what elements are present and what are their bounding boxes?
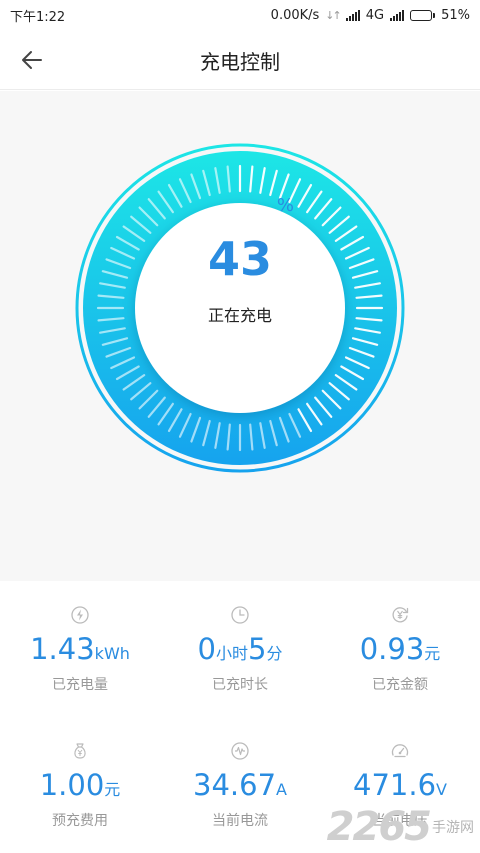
stat-label: 当前电流 <box>212 813 268 829</box>
stat-label: 已充电量 <box>52 677 108 693</box>
stat-label: 已充金额 <box>372 677 428 693</box>
current-icon <box>231 742 249 760</box>
page-title: 充电控制 <box>200 50 280 74</box>
signal-icon <box>345 9 360 21</box>
signal-icon-2 <box>390 9 405 21</box>
net-speed: 0.00K/s <box>270 7 320 23</box>
watermark-logo: 2265 手游网 <box>327 807 474 847</box>
stat-current: 34.67A 当前电流 <box>160 741 320 830</box>
title-bar: 充电控制 <box>0 30 480 90</box>
stat-prepaid-fee: 1.00元 预充费用 <box>0 741 160 830</box>
gauge-readout: % 43 正在充电 <box>135 184 345 394</box>
battery-icon <box>410 9 436 21</box>
charge-percent: 43 <box>207 232 272 286</box>
stat-charged-energy: 1.43kWh 已充电量 <box>0 605 160 694</box>
status-indicators: 0.00K/s ↓↑ 4G 51% <box>271 8 470 23</box>
stat-charged-duration: 0小时5分 已充时长 <box>160 605 320 694</box>
stats-panel: 1.43kWh 已充电量 0小时5分 已充时长 0.93元 已充金额 1.00元… <box>0 581 480 853</box>
yen-refresh-icon <box>392 607 409 623</box>
stat-value: 471.6V <box>353 768 447 802</box>
status-time: 下午1:22 <box>10 9 66 25</box>
money-bag-icon <box>74 743 86 759</box>
stat-label: 预充费用 <box>52 813 108 829</box>
gauge-area: % 43 正在充电 <box>0 91 480 581</box>
stat-value: 0小时5分 <box>197 632 283 666</box>
clock-icon <box>231 606 249 624</box>
stat-charged-amount: 0.93元 已充金额 <box>320 605 480 694</box>
watermark-number: 2265 <box>326 804 432 850</box>
lightning-icon <box>71 606 89 624</box>
percent-sign: % <box>276 195 294 216</box>
data-activity-icon: ↓↑ <box>325 8 342 22</box>
watermark-text: 手游网 <box>432 820 474 836</box>
stat-value: 1.00元 <box>39 768 121 802</box>
charge-status: 正在充电 <box>207 306 272 325</box>
status-bar: 下午1:22 0.00K/s ↓↑ 4G 51% <box>0 0 480 30</box>
stat-value: 0.93元 <box>359 632 441 666</box>
stat-value: 1.43kWh <box>30 632 130 666</box>
speedometer-icon <box>391 744 409 758</box>
stat-value: 34.67A <box>193 768 287 802</box>
network-type: 4G <box>365 7 385 23</box>
stat-label: 已充时长 <box>212 677 268 693</box>
battery-percent: 51% <box>441 7 470 23</box>
